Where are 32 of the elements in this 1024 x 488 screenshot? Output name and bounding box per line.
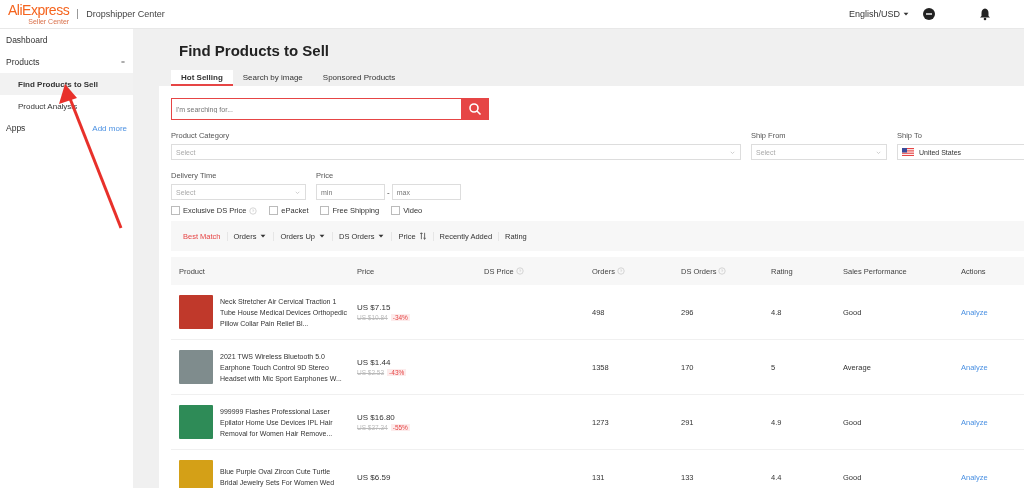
price-text: US $1.44 [357,358,392,367]
sidebar-item-label: Apps [6,123,26,133]
sort-arrows-icon [418,232,427,240]
language-selector[interactable]: English/USD [842,8,916,20]
checkbox[interactable] [320,206,330,215]
caret-icon [259,232,268,240]
price-text: US $6.59 [357,472,392,482]
checkbox[interactable] [391,206,401,215]
checkbox[interactable] [269,206,279,215]
caret-icon [318,232,327,240]
product-photo-placeholder [179,295,213,329]
chat-bubble-icon[interactable] [922,7,936,21]
page-title: Find Products to Sell [178,41,330,61]
tab[interactable]: Hot Selling [171,70,233,86]
product-photo-placeholder [179,350,213,384]
search-button[interactable] [461,98,489,120]
tab[interactable]: Search by image [232,70,313,86]
checkbox[interactable] [171,206,180,215]
caret-icon [377,232,386,240]
price-text: US $7.15 [357,303,392,312]
caret-icon [902,10,910,18]
flag-icon [902,148,914,156]
price-text: US $16.80 [357,413,396,422]
range-separator: - [387,187,390,197]
search-icon [468,102,482,116]
sidebar-item[interactable]: Find Products to Sell [0,73,133,95]
product-photo-placeholder [179,460,213,488]
product-photo-placeholder [179,405,213,439]
app-title: Dropshipper Center [86,9,165,19]
tab[interactable]: Sponsored Products [312,70,406,86]
add-more-link[interactable]: Add more [92,123,127,133]
notification-bell-icon[interactable] [978,7,992,21]
